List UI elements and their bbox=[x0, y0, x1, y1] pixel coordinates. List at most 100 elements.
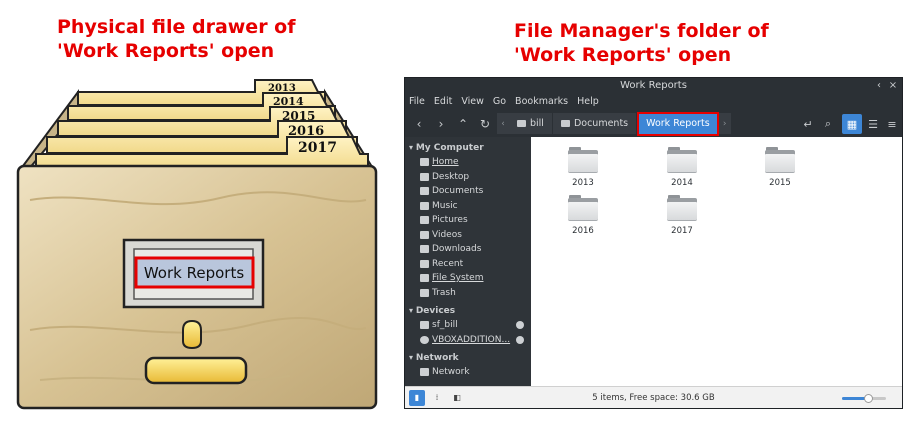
drive-icon bbox=[420, 321, 429, 330]
menu-edit[interactable]: Edit bbox=[434, 96, 452, 107]
breadcrumb-scroll-right-icon[interactable]: › bbox=[718, 113, 731, 134]
folder-name: 2014 bbox=[671, 178, 693, 188]
menu-file[interactable]: File bbox=[409, 96, 425, 107]
sidebar-item-label: Pictures bbox=[432, 215, 468, 225]
sidebar-header-network[interactable]: Network bbox=[405, 350, 531, 365]
folder-tab-label: 2017 bbox=[298, 140, 337, 156]
sidebar-item-sf-bill[interactable]: sf_bill bbox=[405, 318, 531, 333]
breadcrumb-scroll-left-icon[interactable]: ‹ bbox=[497, 113, 509, 134]
window-title: Work Reports bbox=[620, 80, 687, 91]
home-folder-icon bbox=[517, 120, 526, 127]
back-arrow-icon[interactable]: ‹ bbox=[409, 114, 429, 134]
breadcrumb-bill[interactable]: bill bbox=[509, 113, 553, 134]
sidebar-item-file-system[interactable]: File System bbox=[405, 271, 531, 286]
sidebar-item-recent[interactable]: Recent bbox=[405, 257, 531, 272]
sidebar-item-videos[interactable]: Videos bbox=[405, 228, 531, 243]
file-cabinet-illustration: 2013 2014 2015 2016 2017 Work Reports bbox=[16, 79, 378, 410]
icon-view-icon[interactable]: ▦ bbox=[842, 114, 862, 134]
drive-icon bbox=[420, 274, 429, 283]
status-bar: ▮ ⁞ ◧ 5 items, Free space: 30.6 GB bbox=[405, 386, 902, 408]
caption-line: File Manager's folder of bbox=[514, 20, 769, 42]
sidebar-item-trash[interactable]: Trash bbox=[405, 286, 531, 301]
compact-view-icon[interactable]: ≡ bbox=[882, 114, 902, 134]
folder-item-2015[interactable]: 2015 bbox=[750, 147, 810, 188]
sidebar-item-label: Desktop bbox=[432, 171, 470, 182]
folder-item-2017[interactable]: 2017 bbox=[652, 195, 712, 236]
eject-icon[interactable] bbox=[516, 321, 524, 330]
sidebar-item-label: Trash bbox=[432, 287, 456, 298]
sidebar-item-documents[interactable]: Documents bbox=[405, 184, 531, 199]
sidebar-item-label: VBOXADDITION... bbox=[432, 334, 511, 345]
status-text: 5 items, Free space: 30.6 GB bbox=[592, 392, 715, 403]
sidebar: My Computer Home Desktop Documents Music… bbox=[405, 137, 531, 386]
eject-icon[interactable] bbox=[516, 335, 524, 344]
music-icon bbox=[420, 201, 429, 210]
folder-icon bbox=[667, 147, 697, 173]
sidebar-item-label: Videos bbox=[432, 229, 462, 240]
folder-item-2016[interactable]: 2016 bbox=[553, 195, 613, 236]
zoom-slider[interactable] bbox=[842, 394, 886, 403]
list-view-icon[interactable]: ☰ bbox=[863, 114, 883, 134]
sidebar-item-label: Recent bbox=[432, 258, 464, 269]
folder-name: 2016 bbox=[572, 226, 594, 236]
menu-help[interactable]: Help bbox=[577, 96, 599, 107]
folder-item-2013[interactable]: 2013 bbox=[553, 147, 613, 188]
breadcrumb-label: Work Reports bbox=[646, 118, 710, 129]
sidebar-item-music[interactable]: Music bbox=[405, 199, 531, 214]
sidebar-header-my-computer[interactable]: My Computer bbox=[405, 140, 531, 155]
reload-icon[interactable]: ↻ bbox=[475, 114, 495, 134]
folder-icon bbox=[667, 195, 697, 221]
sidebar-item-label: File System bbox=[432, 273, 484, 283]
disc-icon bbox=[420, 335, 429, 344]
sidebar-item-downloads[interactable]: Downloads bbox=[405, 242, 531, 257]
network-icon bbox=[420, 368, 429, 377]
home-icon bbox=[420, 158, 429, 167]
folder-item-2014[interactable]: 2014 bbox=[652, 147, 712, 188]
toggle-location-icon[interactable]: ↵ bbox=[798, 114, 818, 134]
downloads-icon bbox=[420, 245, 429, 254]
sidebar-item-desktop[interactable]: Desktop bbox=[405, 170, 531, 185]
minimize-button[interactable]: ‹ bbox=[872, 78, 886, 93]
close-button[interactable]: × bbox=[886, 78, 900, 93]
menu-go[interactable]: Go bbox=[493, 96, 506, 107]
folder-name: 2015 bbox=[769, 178, 791, 188]
menu-view[interactable]: View bbox=[461, 96, 484, 107]
toolbar: ‹ › ⌃ ↻ ‹ bill Documents Work Reports › … bbox=[405, 110, 902, 137]
folder-icon bbox=[568, 147, 598, 173]
menu-bar: File Edit View Go Bookmarks Help bbox=[405, 93, 902, 110]
folder-icon bbox=[568, 195, 598, 221]
documents-folder-icon bbox=[560, 120, 570, 127]
search-icon[interactable]: ⌕ bbox=[818, 114, 838, 134]
sidebar-item-label: Network bbox=[432, 367, 470, 377]
menu-bookmarks[interactable]: Bookmarks bbox=[515, 96, 568, 107]
sidebar-header-devices[interactable]: Devices bbox=[405, 303, 531, 318]
breadcrumb-documents[interactable]: Documents bbox=[552, 113, 638, 134]
folder-view: 2013 2014 2015 2016 2017 bbox=[531, 137, 902, 386]
pictures-icon bbox=[420, 216, 429, 225]
sidebar-item-label: Home bbox=[432, 157, 459, 167]
folder-name: 2013 bbox=[572, 178, 594, 188]
lock-icon bbox=[182, 319, 202, 350]
breadcrumb-label: bill bbox=[530, 118, 544, 129]
file-manager-window: Work Reports ‹ × File Edit View Go Bookm… bbox=[404, 77, 903, 409]
sidebar-item-label: sf_bill bbox=[432, 320, 458, 330]
sidebar-item-network[interactable]: Network bbox=[405, 365, 531, 380]
sidebar-item-pictures[interactable]: Pictures bbox=[405, 213, 531, 228]
sidebar-item-home[interactable]: Home bbox=[405, 155, 531, 170]
breadcrumb-work-reports[interactable]: Work Reports bbox=[637, 111, 719, 136]
sidebar-item-label: Downloads bbox=[432, 244, 482, 254]
trash-icon bbox=[420, 288, 429, 297]
documents-icon bbox=[420, 187, 429, 196]
sidebar-item-vboxadditions[interactable]: VBOXADDITION... bbox=[405, 333, 531, 348]
sidebar-item-label: Documents bbox=[432, 186, 484, 196]
up-arrow-icon[interactable]: ⌃ bbox=[453, 114, 473, 134]
desktop-icon bbox=[420, 172, 429, 181]
drawer-label-text: Work Reports bbox=[144, 264, 244, 282]
forward-arrow-icon[interactable]: › bbox=[431, 114, 451, 134]
caption-file-manager: File Manager's folder of 'Work Reports' … bbox=[514, 19, 769, 67]
window-titlebar[interactable]: Work Reports ‹ × bbox=[405, 78, 902, 93]
caption-line: 'Work Reports' open bbox=[514, 44, 732, 66]
breadcrumb-label: Documents bbox=[573, 118, 629, 129]
videos-icon bbox=[420, 230, 429, 239]
folder-icon bbox=[765, 147, 795, 173]
